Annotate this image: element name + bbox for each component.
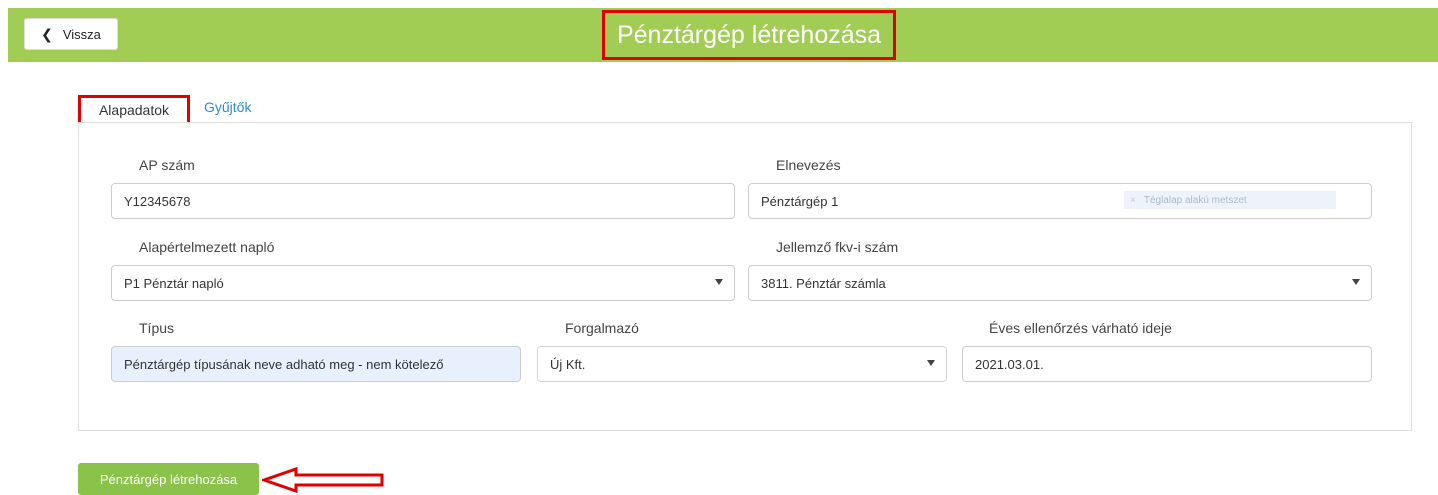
- chevron-left-icon: ❮: [41, 25, 53, 42]
- back-button-label: Vissza: [62, 26, 101, 42]
- caret-down-icon: [1352, 279, 1360, 285]
- tipus-input[interactable]: Pénztárgép típusának neve adható meg - n…: [111, 346, 521, 382]
- eves-ellenorzes-label: Éves ellenőrzés várható ideje: [989, 320, 1172, 336]
- header-bar: ❮ Vissza Pénztárgép létrehozása: [8, 8, 1438, 62]
- forgalmazo-label: Forgalmazó: [565, 320, 639, 336]
- ap-szam-input[interactable]: Y12345678: [111, 183, 735, 219]
- arrow-left-icon: [262, 467, 384, 493]
- alapertelmezett-naplo-value: P1 Pénztár napló: [124, 275, 224, 291]
- tipus-value: Pénztárgép típusának neve adható meg - n…: [124, 356, 444, 372]
- create-register-button[interactable]: Pénztárgép létrehozása: [78, 463, 259, 495]
- elnevezes-label: Elnevezés: [776, 157, 841, 173]
- ap-szam-label: AP szám: [139, 157, 195, 173]
- back-button[interactable]: ❮ Vissza: [24, 18, 118, 50]
- jellemzo-fkv-select[interactable]: 3811. Pénztár számla: [748, 265, 1372, 301]
- ghost-overlay-text: Téglalap alakú metszet: [1143, 194, 1247, 206]
- close-icon: ×: [1130, 194, 1136, 206]
- tab-alapadatok[interactable]: Alapadatok: [78, 95, 190, 125]
- ghost-overlay: × Téglalap alakú metszet: [1124, 191, 1336, 209]
- elnevezes-value: Pénztárgép 1: [761, 193, 839, 209]
- eves-ellenorzes-input[interactable]: 2021.03.01.: [962, 346, 1372, 382]
- caret-down-icon: [715, 279, 723, 285]
- alapertelmezett-naplo-select[interactable]: P1 Pénztár napló: [111, 265, 735, 301]
- alapertelmezett-naplo-label: Alapértelmezett napló: [139, 239, 275, 255]
- ap-szam-value: Y12345678: [124, 193, 191, 209]
- tab-gyujtok[interactable]: Gyűjtők: [204, 95, 251, 119]
- page-title: Pénztárgép létrehozása: [602, 10, 896, 60]
- forgalmazo-select[interactable]: Új Kft.: [537, 346, 947, 382]
- eves-ellenorzes-value: 2021.03.01.: [975, 356, 1044, 372]
- caret-down-icon: [927, 360, 935, 366]
- tipus-label: Típus: [139, 320, 175, 336]
- forgalmazo-value: Új Kft.: [550, 356, 586, 372]
- jellemzo-fkv-value: 3811. Pénztár számla: [761, 275, 886, 291]
- jellemzo-fkv-label: Jellemző fkv-i szám: [776, 239, 899, 255]
